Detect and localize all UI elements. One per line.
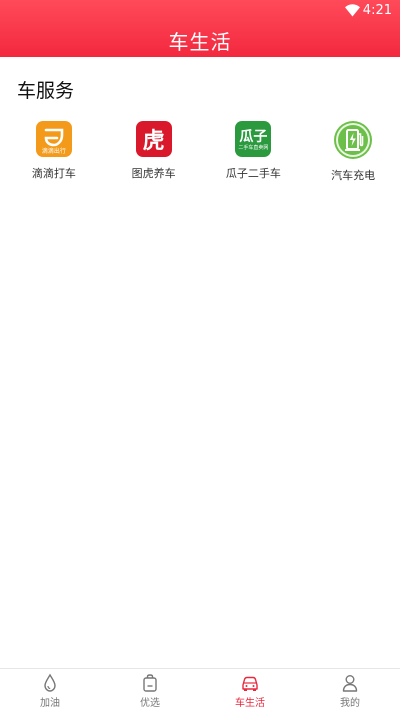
car-services-grid: 滴滴出行 滴滴打车 虎 图虎养车 瓜子 二手车直卖网 瓜子二手车 汽车充电 [0, 121, 400, 183]
wifi-icon [345, 4, 360, 17]
service-didi[interactable]: 滴滴出行 滴滴打车 [7, 121, 101, 183]
guazi-icon-subtext: 二手车直卖网 [238, 144, 269, 151]
page-title: 车生活 [168, 30, 232, 54]
section-title: 车服务 [17, 80, 75, 102]
didi-icon-text: 滴滴出行 [41, 148, 66, 155]
tab-label: 优选 [140, 698, 160, 709]
car-icon [242, 676, 258, 691]
didi-app-icon: 滴滴出行 [35, 121, 72, 157]
tab-label: 车生活 [235, 698, 265, 709]
guazi-app-icon: 瓜子 二手车直卖网 [235, 121, 272, 157]
guazi-icon-text: 瓜子 [239, 128, 268, 145]
tab-car-life[interactable]: 车生活 [200, 669, 300, 711]
fuel-drop-icon [44, 673, 56, 692]
tuhu-icon-text: 虎 [142, 129, 165, 154]
tab-label: 加油 [40, 698, 60, 709]
bag-icon [143, 674, 157, 692]
tab-fuel[interactable]: 加油 [0, 669, 100, 711]
tab-mine[interactable]: 我的 [300, 669, 400, 711]
charging-station-icon [334, 121, 373, 159]
tab-label: 我的 [340, 698, 360, 709]
status-bar: 4:21 [0, 0, 400, 22]
user-icon [342, 675, 358, 692]
service-label: 滴滴打车 [31, 167, 76, 180]
service-label: 瓜子二手车 [225, 167, 281, 180]
service-label: 汽车充电 [331, 169, 376, 182]
service-tuhu[interactable]: 虎 图虎养车 [107, 121, 201, 183]
status-time: 4:21 [362, 3, 392, 18]
service-guazi[interactable]: 瓜子 二手车直卖网 瓜子二手车 [207, 121, 301, 183]
bottom-tab-bar: 加油 优选 车生活 我的 [0, 668, 400, 711]
tuhu-app-icon: 虎 [135, 121, 172, 157]
app-header: 4:21 车生活 [0, 0, 400, 57]
service-label: 图虎养车 [131, 167, 176, 180]
service-charging[interactable]: 汽车充电 [306, 121, 400, 183]
tab-select[interactable]: 优选 [100, 669, 200, 711]
